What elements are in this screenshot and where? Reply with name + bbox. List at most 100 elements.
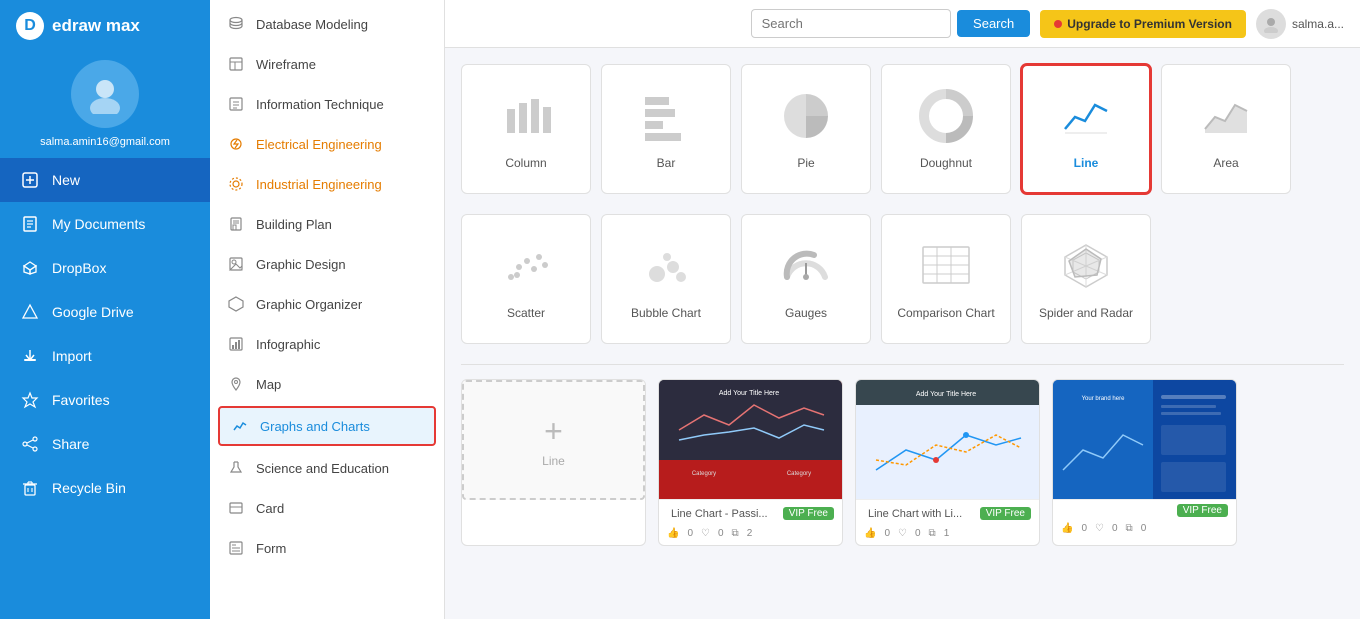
column-chart-icon xyxy=(499,89,553,148)
middle-item-electrical-engineering[interactable]: Electrical Engineering xyxy=(210,124,444,164)
t3-stats: 👍 0 ♡ 0 ⧉ 0 xyxy=(1053,521,1236,540)
favorites-icon xyxy=(20,390,40,410)
templates-grid: + Line Add Your Title Here Category Ca xyxy=(461,379,1344,546)
svg-text:Your brand here: Your brand here xyxy=(1082,396,1125,402)
google-drive-icon xyxy=(20,302,40,322)
sidebar-item-my-documents[interactable]: My Documents xyxy=(0,202,210,246)
middle-item-information-technique[interactable]: Information Technique xyxy=(210,84,444,124)
li-badge: VIP Free xyxy=(980,507,1031,520)
template-li-preview: Add Your Title Here xyxy=(856,380,1039,500)
middle-item-graphic-organizer[interactable]: Graphic Organizer xyxy=(210,284,444,324)
chart-type-spider-radar[interactable]: Spider and Radar xyxy=(1021,214,1151,344)
middle-item-card[interactable]: Card xyxy=(210,488,444,528)
middle-item-map[interactable]: Map xyxy=(210,364,444,404)
chart-type-bubble[interactable]: Bubble Chart xyxy=(601,214,731,344)
middle-item-science-and-education[interactable]: Science and Education xyxy=(210,448,444,488)
chart-type-doughnut[interactable]: Doughnut xyxy=(881,64,1011,194)
middle-item-database-modeling[interactable]: Database Modeling xyxy=(210,4,444,44)
pie-chart-icon xyxy=(779,89,833,148)
area-label: Area xyxy=(1213,156,1238,170)
search-input[interactable] xyxy=(751,9,951,38)
upgrade-label: Upgrade to Premium Version xyxy=(1067,17,1232,31)
chart-type-grid: Column Bar xyxy=(461,64,1344,194)
share-icon xyxy=(20,434,40,454)
infographic-icon xyxy=(226,334,246,354)
t3-like-count: 0 xyxy=(1081,523,1087,534)
main-content: Search Upgrade to Premium Version salma.… xyxy=(445,0,1360,619)
li-fav-count: 0 xyxy=(915,528,921,539)
sidebar-item-google-drive[interactable]: Google Drive xyxy=(0,290,210,334)
sidebar-item-recycle-bin[interactable]: Recycle Bin xyxy=(0,466,210,510)
area-chart-icon xyxy=(1199,89,1253,148)
chart-type-line[interactable]: Line xyxy=(1021,64,1151,194)
electrical-engineering-icon xyxy=(226,134,246,154)
template-3-preview: Your brand here xyxy=(1053,380,1236,500)
copy-icon: ⧉ xyxy=(732,528,739,539)
new-line-label: Line xyxy=(542,454,565,468)
database-modeling-icon xyxy=(226,14,246,34)
new-template-preview: + Line xyxy=(462,380,645,500)
li-copy-count: 1 xyxy=(944,528,950,539)
template-line-chart-with-li[interactable]: Add Your Title Here Line Chart with Li..… xyxy=(855,379,1040,546)
doughnut-chart-icon xyxy=(919,89,973,148)
chart-type-column[interactable]: Column xyxy=(461,64,591,194)
sidebar-item-dropbox-label: DropBox xyxy=(52,260,106,276)
form-icon xyxy=(226,538,246,558)
like-icon: 👍 xyxy=(667,528,679,539)
template-3[interactable]: Your brand here VIP Free 👍 0 xyxy=(1052,379,1237,546)
middle-item-graphic-design[interactable]: Graphic Design xyxy=(210,244,444,284)
search-button[interactable]: Search xyxy=(957,10,1030,37)
content-area: Column Bar xyxy=(445,48,1360,619)
gauges-label: Gauges xyxy=(785,306,827,320)
sidebar-item-share-label: Share xyxy=(52,436,89,452)
sidebar-nav: New My Documents DropBox Google Drive Im… xyxy=(0,158,210,619)
fav-count: 0 xyxy=(718,528,724,539)
bar-label: Bar xyxy=(657,156,676,170)
sidebar-item-new-label: New xyxy=(52,172,80,188)
li-label: Line Chart with Li... xyxy=(864,504,966,522)
like-count: 0 xyxy=(687,528,693,539)
user-name: salma.a... xyxy=(1292,17,1344,31)
middle-item-wireframe[interactable]: Wireframe xyxy=(210,44,444,84)
middle-item-building-plan[interactable]: Building Plan xyxy=(210,204,444,244)
dropbox-icon xyxy=(20,258,40,278)
middle-item-industrial-engineering[interactable]: Industrial Engineering xyxy=(210,164,444,204)
upgrade-button[interactable]: Upgrade to Premium Version xyxy=(1040,10,1246,38)
spider-radar-label: Spider and Radar xyxy=(1039,306,1133,320)
sidebar-item-share[interactable]: Share xyxy=(0,422,210,466)
sidebar-item-import[interactable]: Import xyxy=(0,334,210,378)
template-line-chart-passi[interactable]: Add Your Title Here Category Category Li… xyxy=(658,379,843,546)
industrial-engineering-icon xyxy=(226,174,246,194)
t3-fav-icon: ♡ xyxy=(1095,523,1104,534)
comparison-chart-icon xyxy=(919,239,973,298)
svg-text:Add Your Title Here: Add Your Title Here xyxy=(719,390,779,397)
template-new-line[interactable]: + Line xyxy=(461,379,646,546)
chart-type-pie[interactable]: Pie xyxy=(741,64,871,194)
logo[interactable]: D edraw max xyxy=(0,0,210,52)
sidebar-item-my-documents-label: My Documents xyxy=(52,216,145,232)
comparison-chart-label: Comparison Chart xyxy=(897,306,994,320)
middle-item-graphs-and-charts[interactable]: Graphs and Charts xyxy=(218,406,436,446)
upgrade-dot xyxy=(1054,20,1062,28)
sidebar-item-google-drive-label: Google Drive xyxy=(52,304,134,320)
app-name: edraw max xyxy=(52,16,140,36)
building-plan-icon xyxy=(226,214,246,234)
chart-type-scatter[interactable]: Scatter xyxy=(461,214,591,344)
t3-label xyxy=(1061,508,1069,514)
bubble-label: Bubble Chart xyxy=(631,306,701,320)
chart-type-comparison[interactable]: Comparison Chart xyxy=(881,214,1011,344)
line-chart-icon xyxy=(1059,89,1113,148)
template-3-footer: VIP Free xyxy=(1053,500,1236,521)
middle-item-infographic[interactable]: Infographic xyxy=(210,324,444,364)
chart-type-area[interactable]: Area xyxy=(1161,64,1291,194)
chart-type-gauges[interactable]: Gauges xyxy=(741,214,871,344)
middle-item-form[interactable]: Form xyxy=(210,528,444,568)
sidebar-item-favorites[interactable]: Favorites xyxy=(0,378,210,422)
sidebar-item-dropbox[interactable]: DropBox xyxy=(0,246,210,290)
chart-type-bar[interactable]: Bar xyxy=(601,64,731,194)
sidebar-item-new[interactable]: New xyxy=(0,158,210,202)
sidebar-item-import-label: Import xyxy=(52,348,92,364)
chart-type-grid-2: Scatter Bubble Chart xyxy=(461,214,1344,344)
li-fav-icon: ♡ xyxy=(898,528,907,539)
logo-icon: D xyxy=(16,12,44,40)
